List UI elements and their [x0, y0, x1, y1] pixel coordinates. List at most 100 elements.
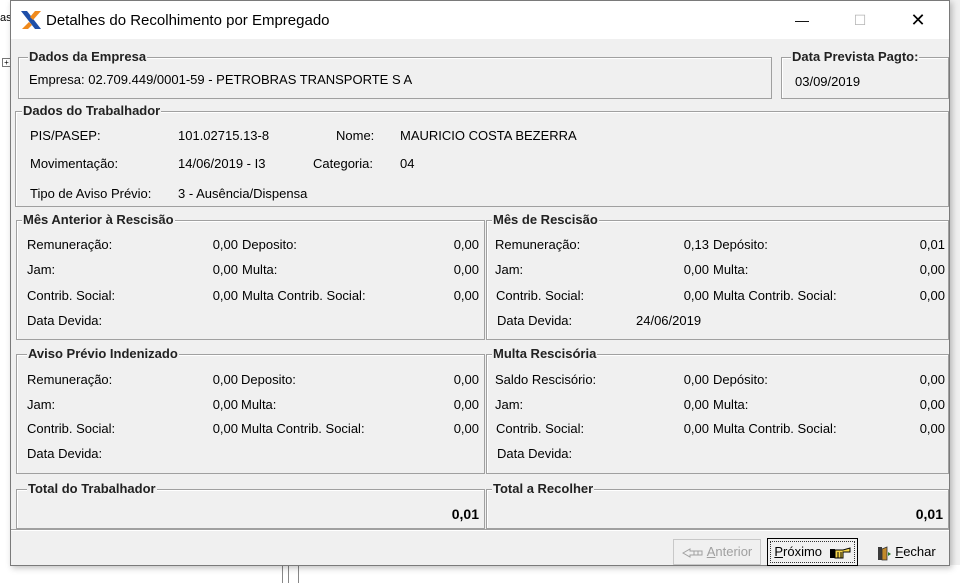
data-prevista-value: 03/09/2019 [795, 74, 861, 89]
jam-label: Jam: [495, 262, 524, 277]
data-devida-value: 24/06/2019 [636, 313, 702, 328]
pis-value: 101.02715.13-8 [178, 128, 270, 143]
multa-value: 0,00 [919, 397, 945, 412]
exit-door-icon [878, 545, 892, 560]
proximo-label: róximo [783, 544, 823, 559]
aviso-previo-legend: Aviso Prévio Indenizado [27, 346, 179, 361]
trabalhador-legend: Dados do Trabalhador [22, 103, 162, 118]
jam-value: 0,00 [683, 262, 709, 277]
remuneracao-value: 0,13 [683, 237, 709, 252]
hand-right-icon [829, 546, 851, 559]
contrib-social-label: Contrib. Social: [496, 421, 585, 436]
jam-label: Jam: [27, 262, 56, 277]
remuneracao-value: 0,00 [212, 372, 238, 387]
contrib-social-label: Contrib. Social: [27, 421, 116, 436]
anterior-label: nterior [715, 544, 753, 559]
remuneracao-label: Remuneração: [27, 372, 113, 387]
remuneracao-value: 0,00 [212, 237, 238, 252]
contrib-social-label: Contrib. Social: [496, 288, 585, 303]
movimentacao-value: 14/06/2019 - I3 [178, 156, 266, 171]
multa-contrib-social-label: Multa Contrib. Social: [713, 421, 837, 436]
total-recolher-group: Total a Recolher 0,01 [486, 481, 949, 529]
multa-rescisoria-group: Multa Rescisória Saldo Rescisório: 0,00 … [486, 346, 949, 474]
multa-value: 0,00 [919, 262, 945, 277]
jam-label: Jam: [27, 397, 56, 412]
multa-value: 0,00 [453, 397, 479, 412]
jam-value: 0,00 [212, 397, 238, 412]
saldo-rescisorio-value: 0,00 [683, 372, 709, 387]
caixa-x-logo-icon [21, 11, 41, 29]
anterior-button[interactable]: Anterior [673, 539, 761, 565]
close-button[interactable]: ✕ [895, 1, 941, 39]
total-trabalhador-group: Total do Trabalhador 0,01 [16, 481, 485, 529]
multa-label: Multa: [241, 397, 277, 412]
proximo-button[interactable]: Próximo [767, 538, 858, 566]
hand-left-icon [681, 547, 703, 558]
mes-anterior-legend: Mês Anterior à Rescisão [22, 212, 175, 227]
multa-label: Multa: [713, 262, 749, 277]
background-divider [282, 565, 283, 583]
tipo-aviso-value: 3 - Ausência/Dispensa [178, 186, 308, 201]
deposito-value: 0,00 [919, 372, 945, 387]
dialog-window: Detalhes do Recolhimento por Empregado —… [10, 0, 950, 566]
multa-contrib-social-label: Multa Contrib. Social: [242, 288, 366, 303]
categoria-value: 04 [400, 156, 415, 171]
proximo-mnemonic: P [774, 544, 784, 559]
data-devida-label: Data Devida: [27, 313, 103, 328]
window-title: Detalhes do Recolhimento por Empregado [46, 12, 330, 29]
data-prevista-legend: Data Prevista Pagto: [791, 49, 920, 64]
contrib-social-label: Contrib. Social: [27, 288, 116, 303]
jam-value: 0,00 [683, 397, 709, 412]
total-trabalhador-value: 0,01 [451, 506, 479, 522]
jam-value: 0,00 [212, 262, 238, 277]
mes-rescisao-legend: Mês de Rescisão [492, 212, 599, 227]
fechar-label: echar [903, 544, 936, 559]
deposito-value: 0,00 [453, 237, 479, 252]
deposito-label: Deposito: [241, 372, 296, 387]
multa-contrib-social-label: Multa Contrib. Social: [713, 288, 837, 303]
multa-contrib-social-value: 0,00 [453, 288, 479, 303]
movimentacao-label: Movimentação: [30, 156, 119, 171]
deposito-value: 0,00 [453, 372, 479, 387]
title-bar[interactable]: Detalhes do Recolhimento por Empregado —… [11, 1, 949, 39]
deposito-label: Depósito: [713, 372, 768, 387]
contrib-social-value: 0,00 [683, 421, 709, 436]
tipo-aviso-label: Tipo de Aviso Prévio: [30, 186, 152, 201]
jam-label: Jam: [495, 397, 524, 412]
minimize-button[interactable]: — [779, 1, 825, 39]
trabalhador-group: Dados do Trabalhador PIS/PASEP: 101.0271… [15, 103, 949, 207]
background-app-bottom [10, 565, 960, 583]
empresa-group: Dados da Empresa Empresa: 02.709.449/000… [18, 49, 772, 99]
multa-label: Multa: [242, 262, 278, 277]
remuneracao-label: Remuneração: [495, 237, 581, 252]
multa-contrib-social-label: Multa Contrib. Social: [241, 421, 365, 436]
total-recolher-value: 0,01 [915, 506, 943, 522]
multa-contrib-social-value: 0,00 [919, 421, 945, 436]
contrib-social-value: 0,00 [683, 288, 709, 303]
remuneracao-label: Remuneração: [27, 237, 113, 252]
mes-rescisao-group: Mês de Rescisão Remuneração: 0,13 Depósi… [486, 212, 949, 340]
multa-value: 0,00 [453, 262, 479, 277]
pis-label: PIS/PASEP: [30, 128, 101, 143]
fechar-button[interactable]: Fechar [864, 539, 948, 565]
contrib-social-value: 0,00 [212, 421, 238, 436]
background-divider [288, 565, 289, 583]
multa-contrib-social-value: 0,00 [919, 288, 945, 303]
data-devida-label: Data Devida: [497, 313, 573, 328]
data-prevista-group: Data Prevista Pagto: 03/09/2019 [781, 49, 949, 99]
maximize-button[interactable]: ☐ [837, 1, 883, 39]
mes-anterior-group: Mês Anterior à Rescisão Remuneração: 0,0… [16, 212, 485, 340]
contrib-social-value: 0,00 [212, 288, 238, 303]
empresa-text: Empresa: 02.709.449/0001-59 - PETROBRAS … [29, 72, 413, 87]
data-devida-label: Data Devida: [27, 446, 103, 461]
multa-contrib-social-value: 0,00 [453, 421, 479, 436]
total-recolher-legend: Total a Recolher [492, 481, 595, 496]
empresa-legend: Dados da Empresa [28, 49, 148, 64]
nome-value: MAURICIO COSTA BEZERRA [400, 128, 577, 143]
background-divider [298, 565, 299, 583]
aviso-previo-group: Aviso Prévio Indenizado Remuneração: 0,0… [16, 346, 485, 474]
deposito-value: 0,01 [919, 237, 945, 252]
deposito-label: Depósito: [713, 237, 768, 252]
saldo-rescisorio-label: Saldo Rescisório: [495, 372, 597, 387]
nome-label: Nome: [336, 128, 375, 143]
